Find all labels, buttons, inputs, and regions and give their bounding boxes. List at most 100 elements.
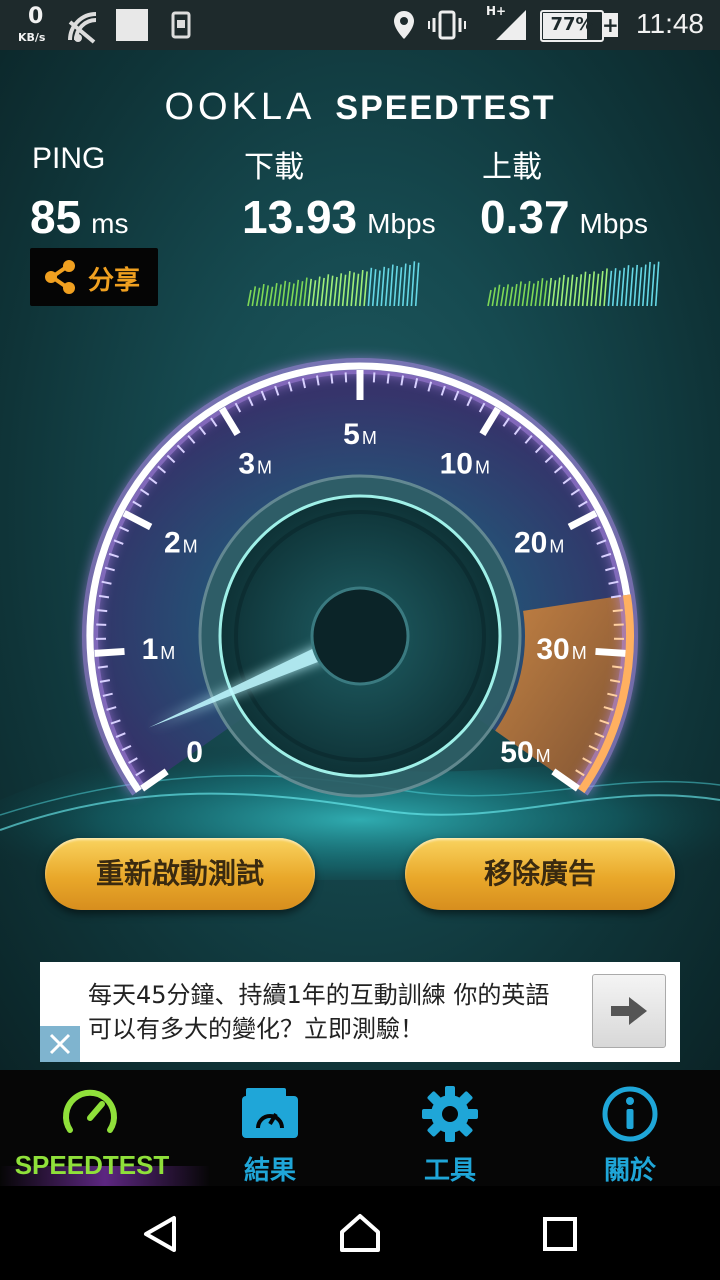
sparkline-bar (629, 267, 634, 307)
sparkline-bar (389, 264, 394, 307)
gauge-major-tick (94, 647, 125, 657)
sparkline-bar (354, 273, 360, 307)
restart-test-button[interactable]: 重新啟動測試 (45, 838, 315, 910)
upload-unit: Mbps (579, 208, 648, 239)
upload-value-group: 0.37 Mbps (480, 190, 648, 244)
sparkline-bar (402, 263, 407, 307)
battery-charging-icon: + (602, 13, 619, 37)
tab-label-about: 關於 (603, 1156, 656, 1186)
ad-banner[interactable]: 每天45分鐘、持續1年的互動訓練 你的英語可以有多大的變化？立即測驗！ (40, 962, 680, 1062)
sparkline-bar (577, 274, 583, 307)
arrow-right-icon (611, 997, 647, 1025)
recents-icon[interactable] (542, 1216, 578, 1252)
ping-label: PING (32, 142, 106, 175)
sparkline-bar (581, 271, 587, 307)
sparkline-bar (650, 264, 656, 307)
tab-speedtest[interactable]: SPEEDTEST (0, 1070, 210, 1186)
sparkline-bar (324, 274, 330, 307)
gauge-tick-label: 0 (186, 736, 203, 769)
wifi-off-icon (68, 12, 97, 44)
gauge-hub (310, 586, 410, 686)
sparkline-bar (654, 261, 660, 307)
results-folder-icon (242, 1088, 298, 1138)
sparkline-bar (341, 274, 347, 307)
sim-icon (171, 11, 191, 39)
sparkline-bar (543, 280, 548, 307)
sparkline-bar (646, 261, 651, 307)
ad-arrow-button[interactable] (592, 974, 666, 1048)
sparkline-bar (260, 283, 265, 307)
sparkline-bar (337, 273, 343, 307)
sparkline-bar (273, 282, 278, 307)
tab-label-tools: 工具 (423, 1156, 476, 1186)
sparkline-bar (495, 284, 501, 307)
sparkline-bar (586, 273, 591, 307)
share-icon (45, 260, 75, 294)
gauge-minor-tick (372, 372, 376, 383)
sparkline-bar (410, 261, 416, 307)
speedometer-icon (63, 1089, 117, 1133)
remove-ads-button[interactable]: 移除廣告 (405, 838, 675, 910)
sparkline-bar (298, 281, 304, 307)
clock: 11:48 (636, 8, 704, 39)
gauge-minor-tick (97, 665, 108, 669)
sparkline-bar (590, 271, 595, 307)
back-icon[interactable] (140, 1214, 180, 1254)
sparkline-bar (530, 283, 535, 307)
sparkline-bar (500, 286, 505, 307)
sparkline-bar (491, 287, 497, 307)
battery-percent: 77% (550, 14, 594, 35)
net-speed-value: 0 (28, 4, 44, 29)
sparkline-bar (346, 270, 351, 307)
tab-results[interactable]: 結果 (180, 1070, 360, 1186)
sparkline-bar (328, 275, 334, 307)
sparkline-bar (594, 273, 600, 307)
ping-unit: ms (91, 208, 129, 239)
download-unit: Mbps (367, 208, 436, 239)
sparkline-bar (573, 276, 578, 307)
app-logo: OOKLA SPEEDTEST (0, 86, 720, 129)
home-icon[interactable] (338, 1212, 382, 1254)
product-name: SPEEDTEST (335, 89, 556, 127)
bottom-tab-bar: SPEEDTEST 結果 工具 關於 (0, 1070, 720, 1186)
sparkline-bar (611, 268, 617, 307)
sparkline-bar (307, 278, 312, 307)
brand-name: OOKLA (164, 86, 316, 128)
vibrate-icon (428, 10, 466, 40)
sparkline-bar (521, 283, 527, 307)
gauge-minor-tick (97, 609, 108, 613)
sparkline-bar (371, 269, 377, 307)
ad-close-button[interactable] (40, 1026, 80, 1062)
sparkline-bar (607, 270, 613, 307)
sparkline-bar (393, 265, 398, 307)
share-button[interactable]: 分享 (30, 248, 158, 306)
sparkline-bar (504, 284, 509, 307)
sparkline-bar (599, 271, 604, 307)
sparkline-bar (384, 268, 390, 307)
gauge-major-tick (595, 647, 626, 657)
gauge-minor-tick (330, 373, 334, 384)
tab-about[interactable]: 關於 (540, 1070, 720, 1186)
sparkline-bar (264, 285, 269, 307)
tab-tools[interactable]: 工具 (360, 1070, 540, 1186)
battery-icon: 77% (540, 10, 604, 42)
gauge-minor-tick (344, 372, 348, 383)
sparkline-bar (525, 281, 531, 307)
sparkline-bar (363, 271, 368, 307)
sparkline-bar (251, 286, 257, 307)
sparkline-bar (247, 289, 252, 307)
sparkline-bar (642, 264, 647, 307)
sparkline-bar (281, 280, 287, 307)
gear-icon (422, 1086, 478, 1142)
sparkline-bar (350, 272, 355, 307)
sparkline-bar (616, 270, 621, 307)
sparkline-bar (290, 283, 295, 307)
notification-icon (116, 9, 148, 41)
sparkline-bar (551, 280, 557, 307)
gauge-minor-tick (612, 665, 623, 669)
sparkline-bar (556, 277, 561, 307)
sparkline-bar (285, 282, 291, 307)
gauge-minor-tick (612, 609, 623, 613)
sparkline-bar (380, 266, 386, 307)
gauge-minor-tick (386, 373, 390, 384)
